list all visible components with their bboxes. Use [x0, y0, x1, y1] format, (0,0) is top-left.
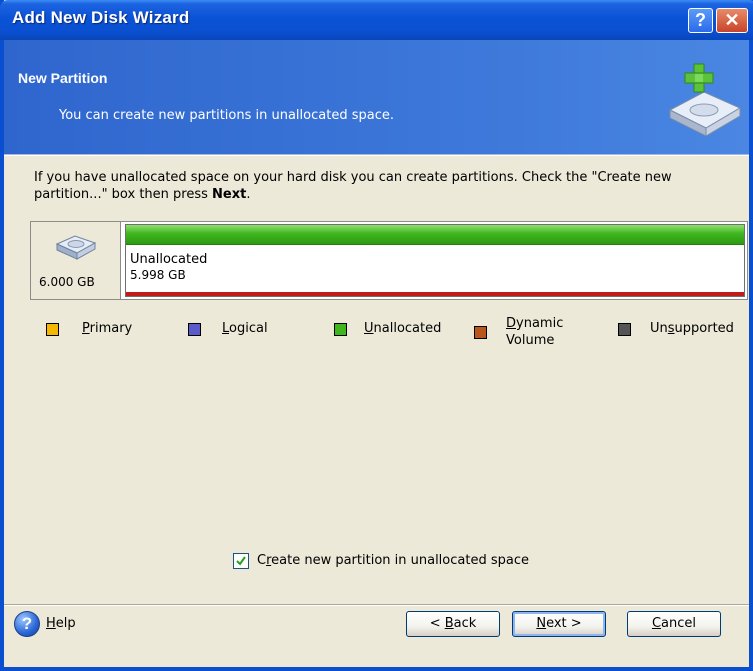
disk-info[interactable]: 6.000 GB: [31, 222, 121, 299]
legend-label: Unallocated: [364, 321, 442, 336]
partition-size: 5.998 GB: [130, 268, 186, 282]
legend-label: Dynamic Volume: [506, 316, 564, 348]
add-disk-icon: [668, 63, 742, 137]
partition-bar: [126, 225, 744, 245]
primary-swatch: [46, 323, 59, 336]
partition-unallocated[interactable]: Unallocated 5.998 GB: [125, 224, 745, 297]
create-partition-label[interactable]: Create new partition in unallocated spac…: [257, 553, 529, 568]
header-separator: [4, 154, 749, 156]
wizard-header: New Partition You can create new partiti…: [4, 40, 749, 154]
legend-label: Logical: [222, 321, 268, 336]
next-button[interactable]: Next >: [512, 611, 606, 637]
title-close-button[interactable]: ✕: [716, 8, 748, 33]
legend-label: Primary: [82, 321, 133, 336]
window-title: Add New Disk Wizard: [12, 8, 190, 27]
dynamic-volume-swatch: [474, 326, 487, 339]
partition-name: Unallocated: [130, 252, 208, 267]
partition-bottom-stripe: [126, 292, 744, 296]
page-title: New Partition: [18, 70, 108, 86]
hard-disk-icon: [55, 235, 97, 260]
page-subtitle: You can create new partitions in unalloc…: [59, 108, 394, 123]
instructions-text: If you have unallocated space on your ha…: [34, 170, 672, 202]
check-icon: [236, 556, 246, 566]
legend-label: Unsupported: [650, 321, 734, 336]
disk-map: 6.000 GB Unallocated 5.998 GB: [30, 221, 748, 300]
back-button[interactable]: < Back: [406, 611, 500, 637]
footer-separator: [4, 604, 749, 606]
unallocated-swatch: [334, 323, 347, 336]
disk-size: 6.000 GB: [39, 275, 95, 289]
title-bar: Add New Disk Wizard ? ✕: [0, 0, 753, 40]
help-label[interactable]: Help: [46, 616, 76, 631]
wizard-content: If you have unallocated space on your ha…: [4, 157, 749, 607]
logical-swatch: [188, 323, 201, 336]
cancel-button[interactable]: Cancel: [627, 611, 721, 637]
help-icon: ?: [14, 611, 40, 637]
title-help-button[interactable]: ?: [688, 8, 713, 33]
create-partition-checkbox[interactable]: [233, 553, 249, 569]
wizard-window: Add New Disk Wizard ? ✕ New Partition Yo…: [0, 0, 753, 671]
unsupported-swatch: [618, 323, 631, 336]
